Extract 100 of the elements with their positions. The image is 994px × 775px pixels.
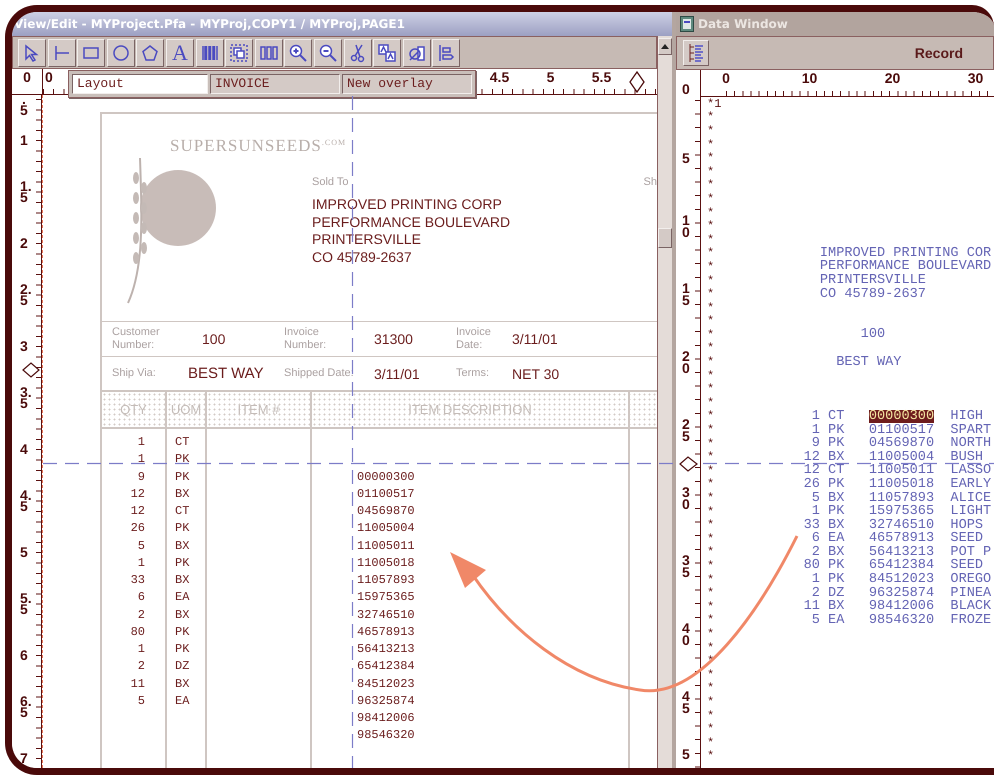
data-text: CO 45789-2637 [820,286,926,302]
line-marker: * [706,314,716,328]
item-number-text[interactable]: 56413213 [868,546,934,559]
quantity-text: 2 [138,606,145,624]
item-number-text[interactable]: 96325874 [868,586,934,600]
item-number-text[interactable]: 65412384 [868,559,934,572]
columns-tool-button[interactable] [254,38,283,66]
scroll-thumb[interactable] [658,228,672,248]
scroll-up-button[interactable] [658,38,672,55]
line-marker: * [706,124,716,138]
quantity-text: 80 [802,558,820,574]
column-header: QTY [102,392,167,427]
item-number-text[interactable]: 11005011 [868,464,934,478]
logo-wordmark: SUPERSUNSEEDS$^{.COM}$ [170,135,348,157]
ruler-marker-icon[interactable] [679,456,698,472]
item-number-text[interactable]: 01100517 [868,424,934,437]
field-label: Ship Via: [112,367,157,380]
unit-text: PK [828,422,844,438]
unit-text: PK [175,641,190,658]
ruler-label: 1 [20,135,28,146]
quantity-text: 1 [810,572,820,588]
line-marker: * [706,572,716,587]
line-marker: * [706,626,716,641]
item-number-text[interactable]: 04569870 [868,437,934,450]
circle-tool-button[interactable] [106,38,135,66]
item-number-text[interactable]: 15975365 [868,505,934,518]
quantity-text: 1 [138,451,145,468]
line-marker: * [706,613,716,628]
quantity-text: 33 [802,518,820,533]
window-icon[interactable] [680,16,694,32]
line-tool-button[interactable] [48,38,76,66]
description-text: PINEA [950,586,992,601]
barcode-tool-button[interactable] [196,38,224,66]
font-tool-button[interactable] [373,38,402,66]
zoom-out-button[interactable] [314,38,342,66]
item-number-text[interactable]: 00000300 [868,410,934,423]
item-number-text[interactable]: 11005018 [868,478,934,491]
guide-line[interactable] [43,462,994,464]
description-text: FROZE [950,612,992,628]
guide-line[interactable] [352,96,354,768]
unit-text: BX [175,572,190,589]
rectangle-tool-button[interactable] [77,38,106,66]
text-tool-button[interactable]: A [166,38,194,66]
unit-text: PK [828,436,844,452]
description-text: POT P [950,544,992,560]
line-marker: * [706,504,716,519]
ruler-marker-icon[interactable] [22,362,40,378]
quantity-text: 5 [810,490,820,506]
unit-text: PK [828,572,844,588]
item-number-text[interactable]: 11005004 [868,450,934,464]
line-marker: * [706,260,716,274]
ruler-label: 5.5 [590,69,612,85]
line-marker: * [706,668,716,682]
line-marker: * [706,640,716,655]
group-tool-button[interactable] [225,38,254,66]
column-header: ITEM DESCRIPTION [312,392,630,427]
line-marker: * [706,558,716,573]
item-number-text[interactable]: 32746510 [868,518,934,532]
item-number-text[interactable]: 11057893 [868,492,934,505]
line-marker: * [706,749,716,764]
unit-text: CT [828,463,844,478]
quantity-text: 2 [812,586,820,601]
overlay-field[interactable]: Layout [72,74,208,94]
line-marker: * [706,409,716,424]
ruler-label: 25 [682,418,690,442]
item-number-text: 15975365 [357,589,416,606]
cut-button[interactable] [344,38,372,66]
up-arrow-icon [661,44,669,49]
zoom-in-button[interactable] [284,38,312,66]
item-number-text: 11005004 [357,520,416,538]
item-number-text[interactable]: 98546320 [868,614,934,627]
ruler-label: 5 [682,152,690,164]
line-marker: * [706,736,716,750]
polygon-tool-button[interactable] [136,38,164,66]
ruler-marker-icon[interactable] [629,71,645,93]
unit-text: BX [828,544,844,560]
unit-text: PK [175,624,190,641]
item-number-text: 46578913 [357,624,416,641]
field-value: 3/11/01 [512,331,559,347]
ruler-label: 0 [44,69,53,85]
field-label: Customer Number: [112,326,161,352]
tree-view-button[interactable] [683,40,709,66]
description-text: ALICE [950,490,992,506]
item-number-text[interactable]: 46578913 [868,532,934,546]
line-marker: * [706,382,716,396]
item-number-text[interactable]: 98412006 [868,600,934,614]
line-marker: * [706,355,716,370]
overlay-field[interactable]: INVOICE [210,74,340,94]
line-marker: * [706,694,716,709]
line-marker: * [706,450,716,464]
ruler-label: 45 [682,690,690,714]
quantity-text: 33 [130,572,145,589]
overlay-field[interactable]: New overlay [342,74,472,94]
flow-tool-button[interactable] [432,38,460,66]
stamp-tool-button[interactable] [402,38,431,66]
ruler-label: 0 [12,69,43,94]
unit-text: BX [175,676,190,692]
pointer-tool-button[interactable] [18,38,46,66]
item-number-text[interactable]: 84512023 [868,573,934,586]
quantity-text: 12 [130,503,145,520]
